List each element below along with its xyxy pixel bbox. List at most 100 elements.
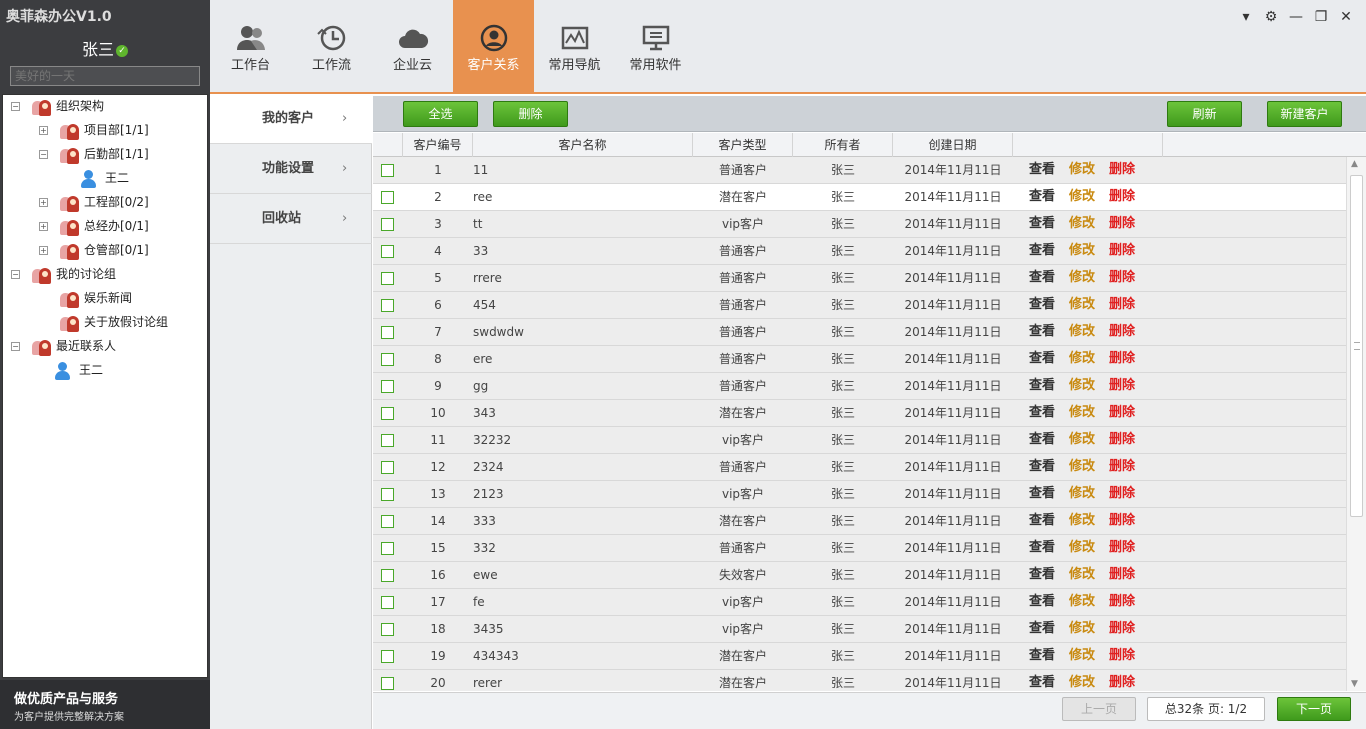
edit-link[interactable]: 修改 (1069, 562, 1095, 588)
view-link[interactable]: 查看 (1029, 616, 1055, 642)
row-checkbox[interactable] (381, 353, 394, 366)
edit-link[interactable]: 修改 (1069, 454, 1095, 480)
row-checkbox[interactable] (381, 569, 394, 582)
tree-node[interactable]: + 项目部[1/1] (39, 119, 149, 141)
row-checkbox[interactable] (381, 272, 394, 285)
row-checkbox[interactable] (381, 596, 394, 609)
expand-icon[interactable]: + (39, 198, 48, 207)
table-row[interactable]: 2 ree 潜在客户 张三 2014年11月11日 查看 修改 删除 (373, 184, 1346, 211)
view-link[interactable]: 查看 (1029, 319, 1055, 345)
signature-input[interactable] (10, 66, 200, 86)
table-row[interactable]: 8 ere 普通客户 张三 2014年11月11日 查看 修改 删除 (373, 346, 1346, 373)
view-link[interactable]: 查看 (1029, 427, 1055, 453)
edit-link[interactable]: 修改 (1069, 265, 1095, 291)
view-link[interactable]: 查看 (1029, 346, 1055, 372)
collapse-icon[interactable]: − (11, 270, 20, 279)
tab-customer[interactable]: 客户关系 (453, 0, 534, 92)
tree-node[interactable]: − 组织架构 (11, 95, 104, 117)
table-row[interactable]: 3 tt vip客户 张三 2014年11月11日 查看 修改 删除 (373, 211, 1346, 238)
row-checkbox[interactable] (381, 623, 394, 636)
table-row[interactable]: 15 332 普通客户 张三 2014年11月11日 查看 修改 删除 (373, 535, 1346, 562)
delete-link[interactable]: 删除 (1109, 238, 1135, 264)
delete-link[interactable]: 删除 (1109, 670, 1135, 691)
view-link[interactable]: 查看 (1029, 643, 1055, 669)
tree-node[interactable]: 王二 (55, 359, 103, 381)
view-link[interactable]: 查看 (1029, 589, 1055, 615)
delete-link[interactable]: 删除 (1109, 319, 1135, 345)
edit-link[interactable]: 修改 (1069, 346, 1095, 372)
prev-page-button[interactable]: 上一页 (1062, 697, 1136, 721)
row-checkbox[interactable] (381, 488, 394, 501)
dropdown-icon[interactable]: ▾ (1236, 8, 1256, 26)
table-row[interactable]: 14 333 潜在客户 张三 2014年11月11日 查看 修改 删除 (373, 508, 1346, 535)
delete-link[interactable]: 删除 (1109, 562, 1135, 588)
tab-workflow-clock[interactable]: 工作流 (291, 0, 372, 92)
table-row[interactable]: 10 343 潜在客户 张三 2014年11月11日 查看 修改 删除 (373, 400, 1346, 427)
table-row[interactable]: 4 33 普通客户 张三 2014年11月11日 查看 修改 删除 (373, 238, 1346, 265)
view-link[interactable]: 查看 (1029, 481, 1055, 507)
select-all-button[interactable]: 全选 (403, 101, 478, 127)
minimize-icon[interactable]: — (1286, 8, 1306, 26)
delete-link[interactable]: 删除 (1109, 508, 1135, 534)
tab-navigation-chart[interactable]: 常用导航 (534, 0, 615, 92)
delete-link[interactable]: 删除 (1109, 643, 1135, 669)
menu-item[interactable]: 功能设置 › (210, 144, 372, 194)
view-link[interactable]: 查看 (1029, 670, 1055, 691)
row-checkbox[interactable] (381, 650, 394, 663)
view-link[interactable]: 查看 (1029, 400, 1055, 426)
delete-link[interactable]: 删除 (1109, 373, 1135, 399)
tab-cloud[interactable]: 企业云 (372, 0, 453, 92)
edit-link[interactable]: 修改 (1069, 373, 1095, 399)
view-link[interactable]: 查看 (1029, 508, 1055, 534)
delete-link[interactable]: 删除 (1109, 535, 1135, 561)
row-checkbox[interactable] (381, 380, 394, 393)
new-customer-button[interactable]: 新建客户 (1267, 101, 1342, 127)
expand-icon[interactable]: + (39, 222, 48, 231)
tree-node[interactable]: − 后勤部[1/1] (39, 143, 149, 165)
edit-link[interactable]: 修改 (1069, 157, 1095, 183)
view-link[interactable]: 查看 (1029, 535, 1055, 561)
edit-link[interactable]: 修改 (1069, 643, 1095, 669)
edit-link[interactable]: 修改 (1069, 589, 1095, 615)
view-link[interactable]: 查看 (1029, 562, 1055, 588)
delete-link[interactable]: 删除 (1109, 292, 1135, 318)
table-row[interactable]: 18 3435 vip客户 张三 2014年11月11日 查看 修改 删除 (373, 616, 1346, 643)
delete-link[interactable]: 删除 (1109, 400, 1135, 426)
delete-link[interactable]: 删除 (1109, 481, 1135, 507)
row-checkbox[interactable] (381, 677, 394, 690)
delete-link[interactable]: 删除 (1109, 211, 1135, 237)
table-row[interactable]: 9 gg 普通客户 张三 2014年11月11日 查看 修改 删除 (373, 373, 1346, 400)
tab-software-monitor[interactable]: 常用软件 (615, 0, 696, 92)
edit-link[interactable]: 修改 (1069, 616, 1095, 642)
edit-link[interactable]: 修改 (1069, 427, 1095, 453)
view-link[interactable]: 查看 (1029, 454, 1055, 480)
edit-link[interactable]: 修改 (1069, 184, 1095, 210)
row-checkbox[interactable] (381, 191, 394, 204)
tree-node[interactable]: + 总经办[0/1] (39, 215, 149, 237)
tree-node[interactable]: 关于放假讨论组 (39, 311, 168, 333)
expand-icon[interactable]: + (39, 126, 48, 135)
edit-link[interactable]: 修改 (1069, 400, 1095, 426)
collapse-icon[interactable]: − (11, 342, 20, 351)
close-icon[interactable]: ✕ (1336, 8, 1356, 26)
view-link[interactable]: 查看 (1029, 157, 1055, 183)
edit-link[interactable]: 修改 (1069, 292, 1095, 318)
scroll-down-icon[interactable]: ▼ (1351, 679, 1358, 689)
view-link[interactable]: 查看 (1029, 265, 1055, 291)
row-checkbox[interactable] (381, 299, 394, 312)
scroll-thumb[interactable] (1350, 175, 1363, 517)
delete-link[interactable]: 删除 (1109, 589, 1135, 615)
delete-link[interactable]: 删除 (1109, 157, 1135, 183)
edit-link[interactable]: 修改 (1069, 319, 1095, 345)
delete-link[interactable]: 删除 (1109, 184, 1135, 210)
tree-node[interactable]: − 最近联系人 (11, 335, 116, 357)
table-row[interactable]: 13 2123 vip客户 张三 2014年11月11日 查看 修改 删除 (373, 481, 1346, 508)
tree-node[interactable]: 王二 (81, 167, 129, 189)
menu-item[interactable]: 我的客户 › (210, 94, 372, 144)
delete-link[interactable]: 删除 (1109, 454, 1135, 480)
view-link[interactable]: 查看 (1029, 238, 1055, 264)
view-link[interactable]: 查看 (1029, 373, 1055, 399)
row-checkbox[interactable] (381, 245, 394, 258)
view-link[interactable]: 查看 (1029, 211, 1055, 237)
row-checkbox[interactable] (381, 326, 394, 339)
